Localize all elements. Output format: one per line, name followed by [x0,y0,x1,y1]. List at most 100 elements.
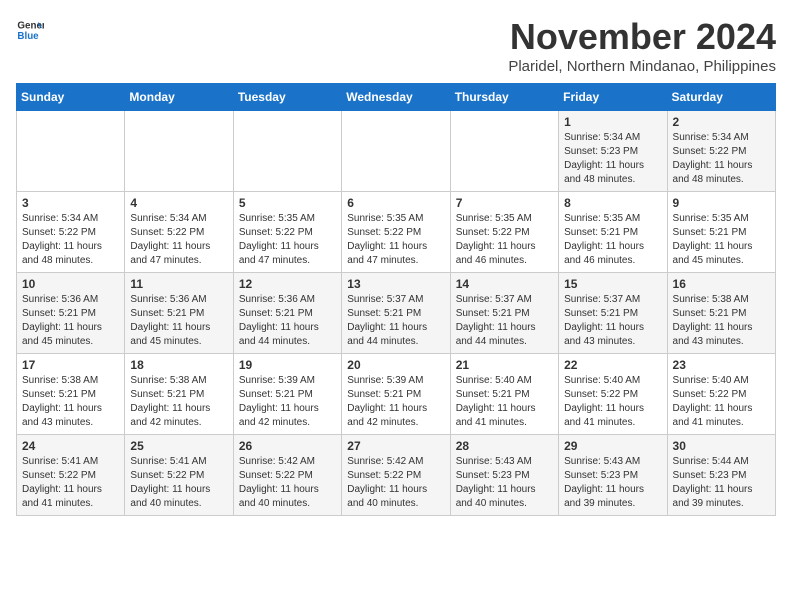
calendar-cell: 5 Sunrise: 5:35 AM Sunset: 5:22 PM Daylig… [233,192,341,273]
calendar-cell: 17 Sunrise: 5:38 AM Sunset: 5:21 PM Dayli… [17,354,125,435]
day-number: 30 [673,439,770,453]
page-header: General Blue November 2024 Plaridel, Nor… [16,16,776,75]
day-number: 16 [673,277,770,291]
calendar-cell [342,111,450,192]
day-number: 8 [564,196,661,210]
calendar-cell [125,111,233,192]
calendar-week-row: 1 Sunrise: 5:34 AM Sunset: 5:23 PM Daylig… [17,111,776,192]
day-info: Sunrise: 5:36 AM Sunset: 5:21 PM Dayligh… [130,293,227,349]
day-number: 25 [130,439,227,453]
calendar-cell: 1 Sunrise: 5:34 AM Sunset: 5:23 PM Daylig… [559,111,667,192]
day-info: Sunrise: 5:38 AM Sunset: 5:21 PM Dayligh… [673,293,770,349]
calendar-cell: 19Sunrise: 5:39 AM Sunset: 5:21 PM Dayli… [233,354,341,435]
day-info: Sunrise: 5:35 AM Sunset: 5:21 PM Dayligh… [673,212,770,268]
month-title: November 2024 [508,16,776,58]
day-number: 7 [456,196,553,210]
day-number: 26 [239,439,336,453]
weekday-header: Friday [559,84,667,111]
day-number: 4 [130,196,227,210]
day-number: 18 [130,358,227,372]
title-block: November 2024 Plaridel, Northern Mindana… [508,16,776,75]
calendar-cell [17,111,125,192]
day-info: Sunrise: 5:35 AM Sunset: 5:22 PM Dayligh… [456,212,553,268]
calendar-cell: 22 Sunrise: 5:40 AM Sunset: 5:22 PM Dayli… [559,354,667,435]
calendar-cell: 10 Sunrise: 5:36 AM Sunset: 5:21 PM Dayli… [17,273,125,354]
weekday-header: Wednesday [342,84,450,111]
weekday-header: Saturday [667,84,775,111]
day-number: 28 [456,439,553,453]
location: Plaridel, Northern Mindanao, Philippines [508,58,776,75]
day-number: 5 [239,196,336,210]
calendar-cell: 11Sunrise: 5:36 AM Sunset: 5:21 PM Dayli… [125,273,233,354]
day-number: 19 [239,358,336,372]
day-number: 6 [347,196,444,210]
day-info: Sunrise: 5:38 AM Sunset: 5:21 PM Dayligh… [22,374,119,430]
day-info: Sunrise: 5:34 AM Sunset: 5:22 PM Dayligh… [22,212,119,268]
day-info: Sunrise: 5:35 AM Sunset: 5:22 PM Dayligh… [347,212,444,268]
logo: General Blue [16,16,44,44]
day-info: Sunrise: 5:34 AM Sunset: 5:22 PM Dayligh… [673,131,770,187]
day-info: Sunrise: 5:38 AM Sunset: 5:21 PM Dayligh… [130,374,227,430]
calendar-table: SundayMondayTuesdayWednesdayThursdayFrid… [16,83,776,516]
day-info: Sunrise: 5:40 AM Sunset: 5:22 PM Dayligh… [673,374,770,430]
day-info: Sunrise: 5:42 AM Sunset: 5:22 PM Dayligh… [239,455,336,511]
calendar-cell [450,111,558,192]
day-number: 22 [564,358,661,372]
day-info: Sunrise: 5:34 AM Sunset: 5:22 PM Dayligh… [130,212,227,268]
day-number: 15 [564,277,661,291]
svg-text:Blue: Blue [17,31,39,42]
day-info: Sunrise: 5:37 AM Sunset: 5:21 PM Dayligh… [347,293,444,349]
weekday-header: Tuesday [233,84,341,111]
day-number: 13 [347,277,444,291]
header-row: SundayMondayTuesdayWednesdayThursdayFrid… [17,84,776,111]
day-info: Sunrise: 5:40 AM Sunset: 5:21 PM Dayligh… [456,374,553,430]
day-number: 3 [22,196,119,210]
day-info: Sunrise: 5:43 AM Sunset: 5:23 PM Dayligh… [456,455,553,511]
calendar-cell: 3 Sunrise: 5:34 AM Sunset: 5:22 PM Daylig… [17,192,125,273]
day-number: 24 [22,439,119,453]
day-info: Sunrise: 5:44 AM Sunset: 5:23 PM Dayligh… [673,455,770,511]
calendar-cell: 6 Sunrise: 5:35 AM Sunset: 5:22 PM Daylig… [342,192,450,273]
calendar-cell: 28 Sunrise: 5:43 AM Sunset: 5:23 PM Dayli… [450,435,558,516]
day-number: 9 [673,196,770,210]
calendar-cell: 7 Sunrise: 5:35 AM Sunset: 5:22 PM Daylig… [450,192,558,273]
calendar-cell: 27 Sunrise: 5:42 AM Sunset: 5:22 PM Dayli… [342,435,450,516]
day-info: Sunrise: 5:42 AM Sunset: 5:22 PM Dayligh… [347,455,444,511]
day-number: 27 [347,439,444,453]
calendar-week-row: 17 Sunrise: 5:38 AM Sunset: 5:21 PM Dayli… [17,354,776,435]
calendar-body: 1 Sunrise: 5:34 AM Sunset: 5:23 PM Daylig… [17,111,776,516]
day-number: 12 [239,277,336,291]
day-info: Sunrise: 5:41 AM Sunset: 5:22 PM Dayligh… [130,455,227,511]
weekday-header: Thursday [450,84,558,111]
calendar-cell: 20Sunrise: 5:39 AM Sunset: 5:21 PM Dayli… [342,354,450,435]
day-info: Sunrise: 5:36 AM Sunset: 5:21 PM Dayligh… [239,293,336,349]
calendar-cell: 4 Sunrise: 5:34 AM Sunset: 5:22 PM Daylig… [125,192,233,273]
day-number: 17 [22,358,119,372]
calendar-cell: 12 Sunrise: 5:36 AM Sunset: 5:21 PM Dayli… [233,273,341,354]
day-info: Sunrise: 5:40 AM Sunset: 5:22 PM Dayligh… [564,374,661,430]
calendar-cell: 29Sunrise: 5:43 AM Sunset: 5:23 PM Dayli… [559,435,667,516]
calendar-cell: 2 Sunrise: 5:34 AM Sunset: 5:22 PM Daylig… [667,111,775,192]
calendar-header: SundayMondayTuesdayWednesdayThursdayFrid… [17,84,776,111]
day-info: Sunrise: 5:36 AM Sunset: 5:21 PM Dayligh… [22,293,119,349]
calendar-cell: 13 Sunrise: 5:37 AM Sunset: 5:21 PM Dayli… [342,273,450,354]
weekday-header: Sunday [17,84,125,111]
day-info: Sunrise: 5:43 AM Sunset: 5:23 PM Dayligh… [564,455,661,511]
day-info: Sunrise: 5:35 AM Sunset: 5:21 PM Dayligh… [564,212,661,268]
calendar-cell: 21Sunrise: 5:40 AM Sunset: 5:21 PM Dayli… [450,354,558,435]
day-info: Sunrise: 5:34 AM Sunset: 5:23 PM Dayligh… [564,131,661,187]
day-number: 2 [673,115,770,129]
weekday-header: Monday [125,84,233,111]
calendar-cell: 30 Sunrise: 5:44 AM Sunset: 5:23 PM Dayli… [667,435,775,516]
calendar-cell: 16 Sunrise: 5:38 AM Sunset: 5:21 PM Dayli… [667,273,775,354]
logo-icon: General Blue [16,16,44,44]
day-info: Sunrise: 5:35 AM Sunset: 5:22 PM Dayligh… [239,212,336,268]
day-number: 10 [22,277,119,291]
calendar-cell: 9 Sunrise: 5:35 AM Sunset: 5:21 PM Daylig… [667,192,775,273]
calendar-cell: 24 Sunrise: 5:41 AM Sunset: 5:22 PM Dayli… [17,435,125,516]
day-info: Sunrise: 5:41 AM Sunset: 5:22 PM Dayligh… [22,455,119,511]
day-number: 1 [564,115,661,129]
calendar-week-row: 3 Sunrise: 5:34 AM Sunset: 5:22 PM Daylig… [17,192,776,273]
calendar-cell: 8 Sunrise: 5:35 AM Sunset: 5:21 PM Daylig… [559,192,667,273]
calendar-cell [233,111,341,192]
